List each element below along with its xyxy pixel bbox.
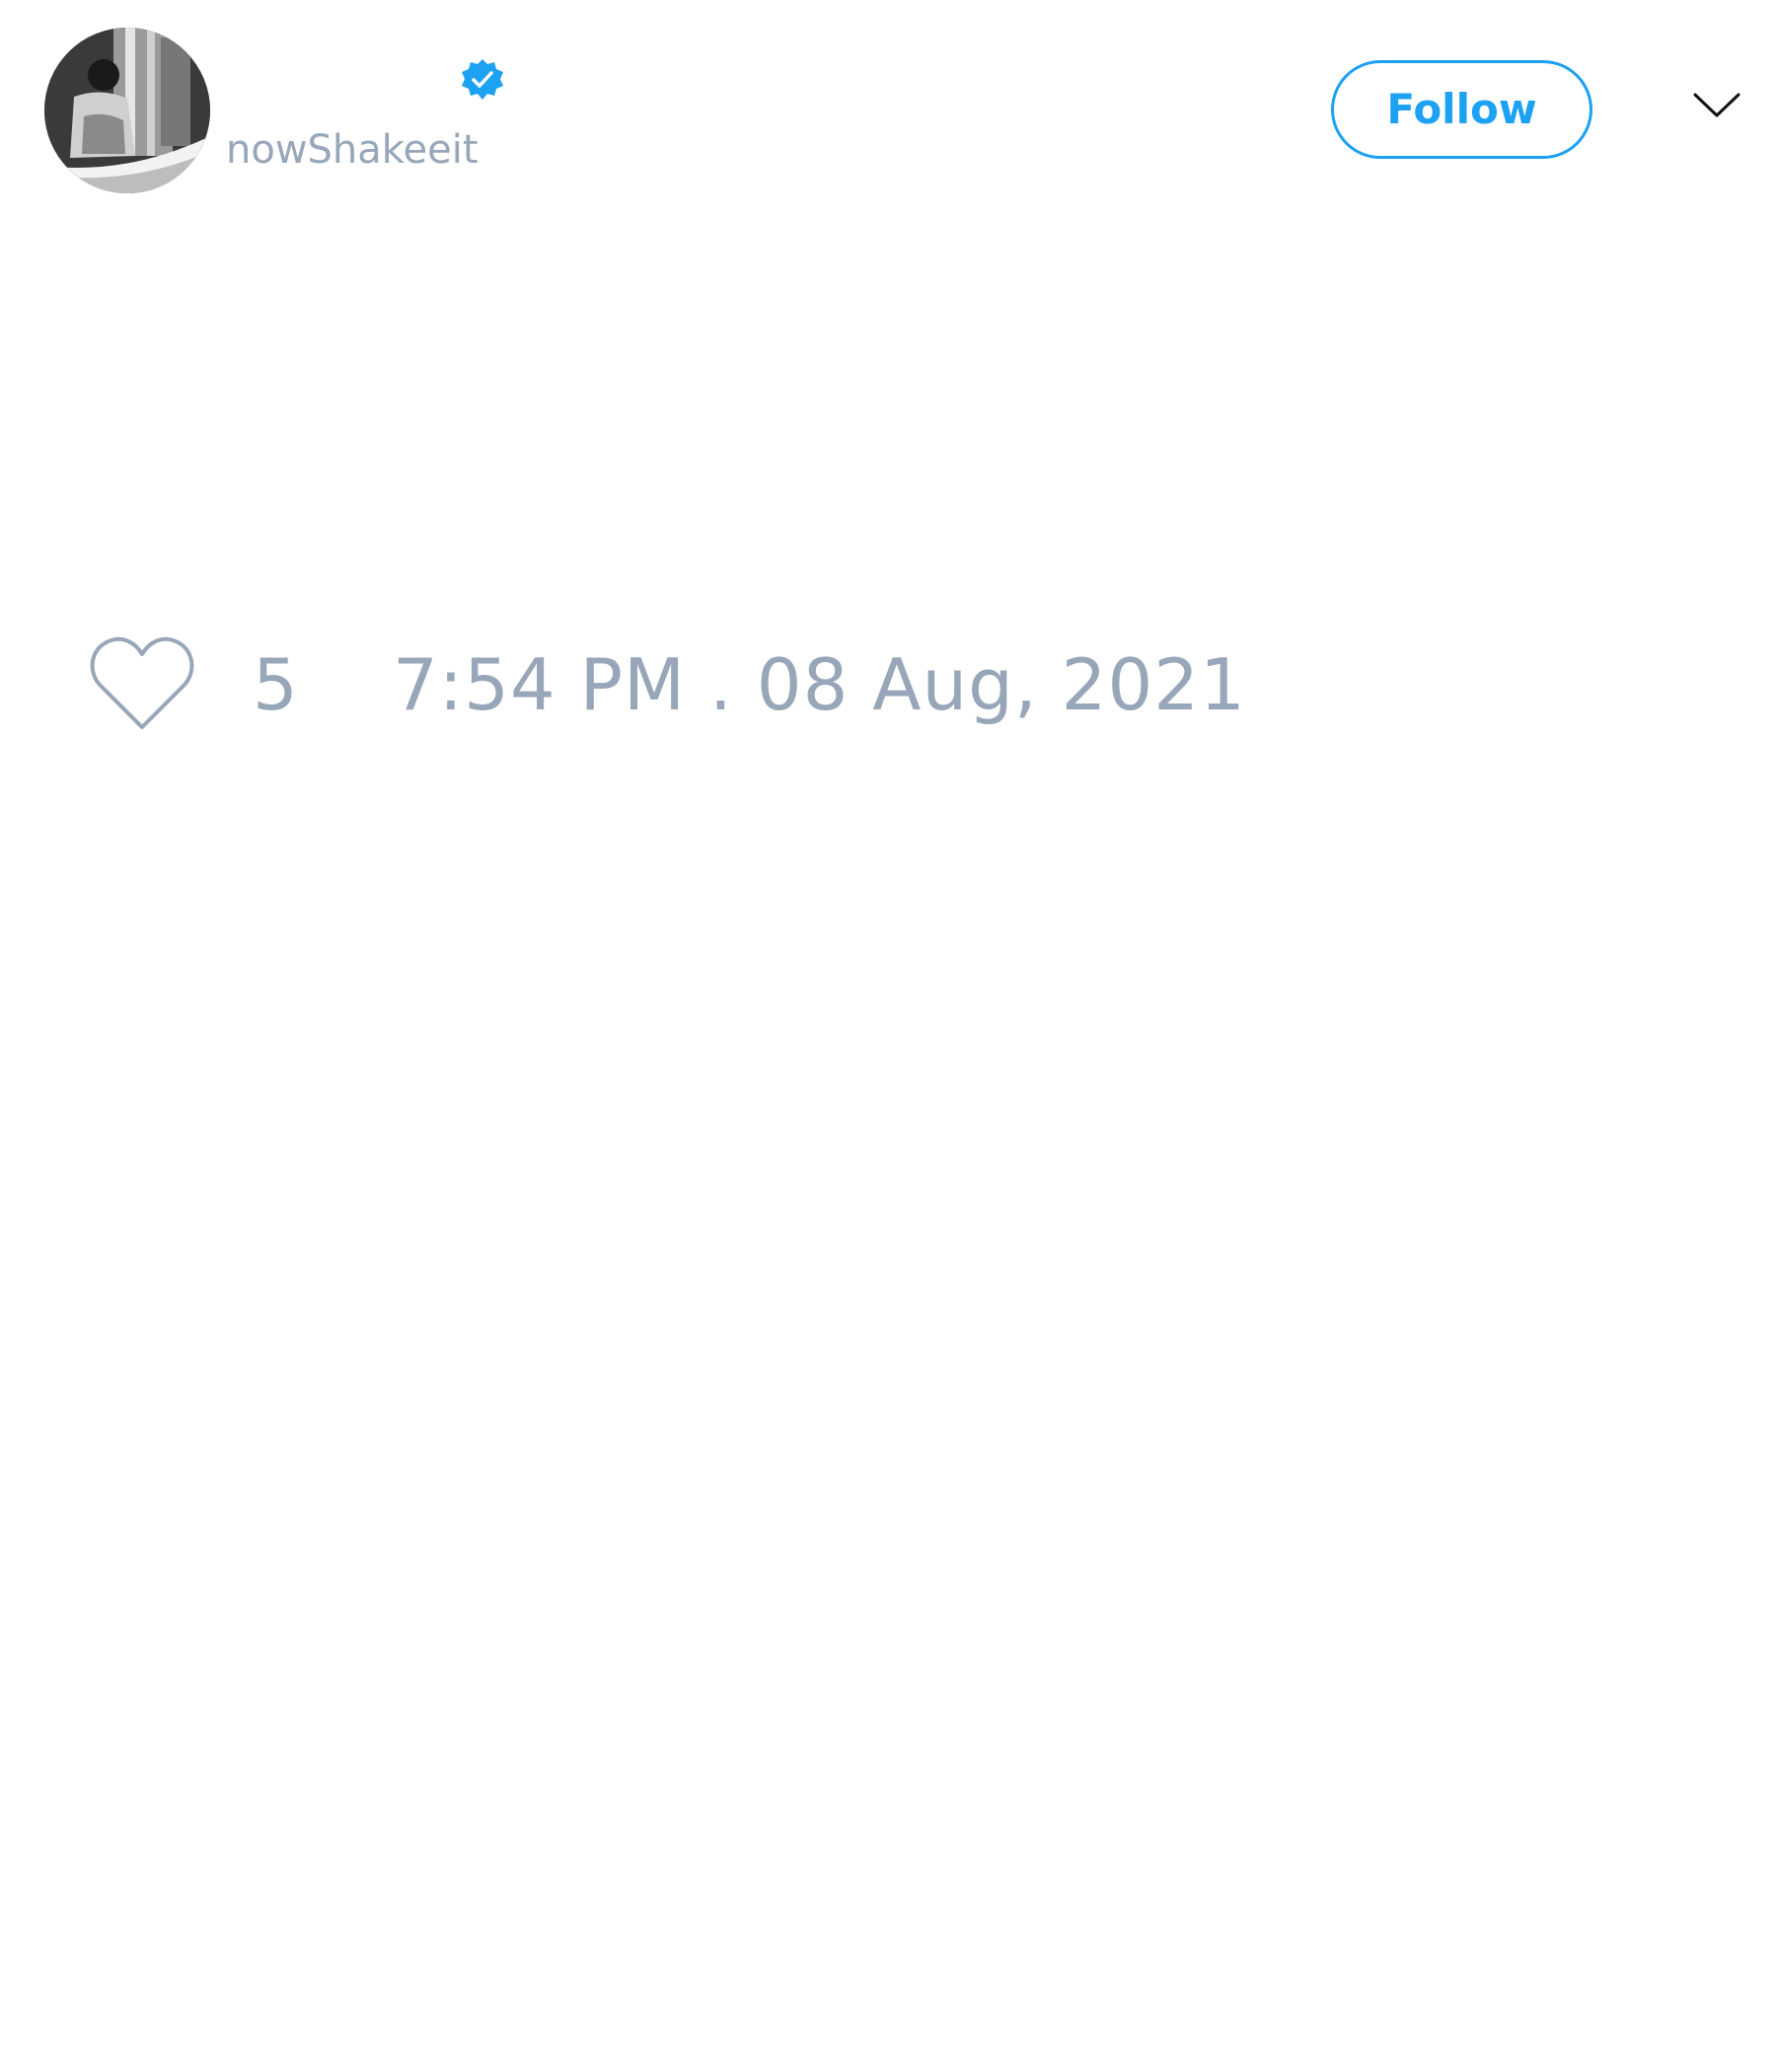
avatar-image	[44, 28, 210, 193]
heart-icon[interactable]	[89, 634, 195, 731]
verified-badge-icon	[460, 57, 505, 103]
avatar[interactable]	[44, 28, 210, 193]
follow-button[interactable]: Follow	[1331, 60, 1592, 159]
chevron-down-icon[interactable]	[1692, 91, 1741, 120]
tweet-timestamp[interactable]: 7:54 PM . 08 Aug, 2021	[393, 645, 1246, 724]
like-count: 5	[253, 643, 298, 726]
author-handle[interactable]: nowShakeeit	[226, 126, 479, 174]
